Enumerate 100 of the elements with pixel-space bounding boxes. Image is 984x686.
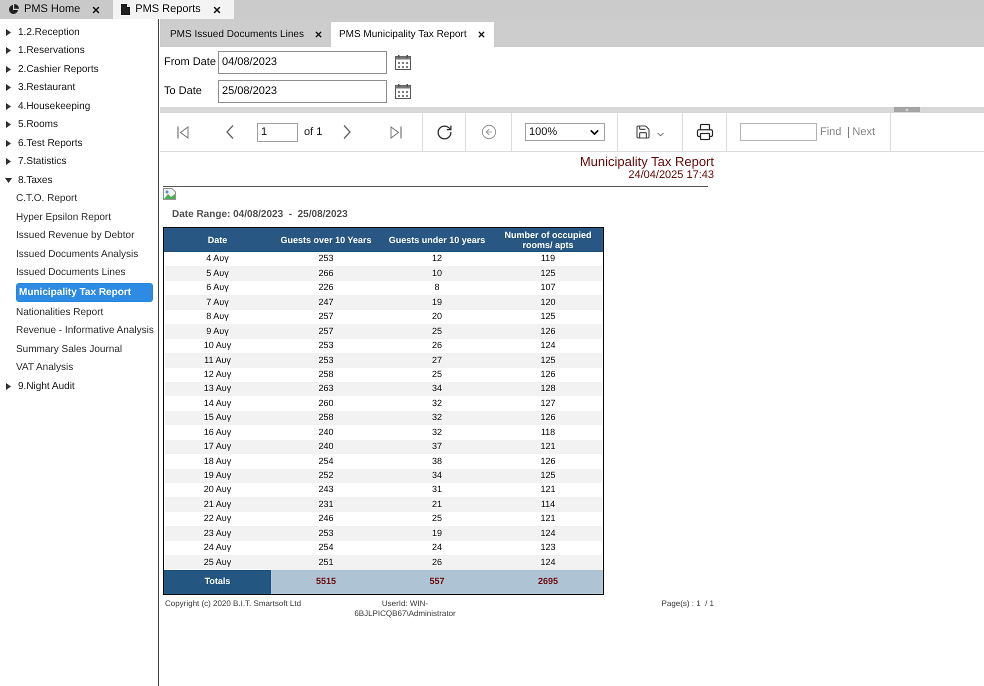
- first-page-icon[interactable]: [177, 126, 189, 138]
- refresh-icon[interactable]: [436, 124, 452, 140]
- last-page-icon[interactable]: [390, 126, 402, 138]
- table-cell-text: 32: [430, 396, 443, 410]
- find-field[interactable]: [740, 123, 817, 141]
- tree-item[interactable]: Nationalities Report: [16, 303, 158, 322]
- table-cell-text: 240: [317, 440, 335, 454]
- tree-item[interactable]: Municipality Tax Report: [16, 283, 153, 302]
- table-cell-text: 7 Αυγ: [205, 296, 230, 309]
- table-cell-text: 126: [539, 411, 557, 424]
- column-header: Date: [206, 234, 228, 247]
- table-cell-text: 12: [430, 252, 443, 266]
- table-cell-text: 22 Αυγ: [202, 512, 232, 526]
- table-cell-text: 226: [317, 281, 335, 294]
- table-cell-text: 18 Αυγ: [202, 454, 232, 468]
- table-cell-text: 127: [539, 396, 557, 410]
- caret-right-icon[interactable]: [6, 102, 11, 110]
- table-cell-text: 231: [317, 498, 335, 511]
- table-cell-text: 125: [539, 469, 557, 482]
- report-tab[interactable]: PMS Municipality Tax Report: [330, 22, 494, 47]
- table-cell-text: 266: [317, 266, 335, 280]
- tree-item[interactable]: Issued Documents Analysis: [16, 245, 158, 264]
- next-link[interactable]: Next: [852, 124, 876, 140]
- page-indicator: Page(s) : 1 / 1: [660, 598, 714, 609]
- close-icon[interactable]: [91, 4, 102, 14]
- calendar-icon[interactable]: [395, 84, 411, 99]
- table-cell-text: 37: [430, 440, 443, 454]
- table-cell-text: 125: [539, 266, 557, 280]
- caret-right-icon[interactable]: [6, 66, 11, 73]
- table-cell-text: 8 Αυγ: [205, 310, 230, 324]
- table-cell-text: 34: [430, 469, 443, 482]
- table-cell-text: 253: [317, 339, 335, 352]
- report-title: Municipality Tax Report: [580, 155, 714, 169]
- totals-label: Totals: [164, 570, 271, 594]
- table-cell-text: 126: [539, 368, 557, 381]
- table-cell-text: 32: [430, 426, 443, 439]
- caret-right-icon[interactable]: [6, 84, 11, 92]
- tree-item[interactable]: Issued Revenue by Debtor: [16, 226, 158, 245]
- table-cell-text: 9 Αυγ: [205, 324, 230, 338]
- table-cell-text: 247: [317, 296, 335, 309]
- tree-item[interactable]: 7.Statistics: [0, 152, 158, 171]
- page-number-field[interactable]: 1: [257, 122, 298, 142]
- date-field[interactable]: 25/08/2023: [218, 80, 387, 103]
- table-cell-text: 19: [430, 296, 443, 309]
- table-cell-text: 254: [317, 541, 335, 554]
- table-cell-text: 25: [430, 512, 443, 526]
- table-cell-text: 124: [539, 556, 557, 569]
- app-tab[interactable]: PMS Reports: [113, 0, 234, 19]
- table-cell-text: 24 Αυγ: [202, 541, 232, 554]
- back-icon[interactable]: [480, 124, 496, 140]
- save-icon[interactable]: [634, 124, 650, 140]
- table-cell-text: 15 Αυγ: [202, 411, 232, 424]
- table-cell-text: 19: [430, 526, 443, 540]
- table-cell-text: 27: [430, 354, 443, 367]
- close-icon[interactable]: [476, 30, 486, 39]
- table-cell-text: 10 Αυγ: [202, 339, 232, 352]
- caret-right-icon[interactable]: [6, 158, 11, 166]
- tree-item[interactable]: VAT Analysis: [16, 358, 158, 377]
- tree-item[interactable]: Revenue - Informative Analysis: [16, 322, 158, 340]
- table-cell-text: 10: [430, 266, 443, 280]
- table-cell-text: 13 Αυγ: [202, 382, 232, 396]
- tree-item[interactable]: 4.Housekeeping: [0, 97, 158, 116]
- tree-item[interactable]: 3.Restaurant: [0, 78, 158, 97]
- table-cell-text: 17 Αυγ: [202, 440, 232, 454]
- close-icon[interactable]: [314, 30, 323, 39]
- table-cell-text: 21: [430, 498, 443, 511]
- table-cell-text: 125: [539, 310, 557, 324]
- print-icon[interactable]: [696, 123, 714, 141]
- tree-item[interactable]: Hyper Epsilon Report: [16, 208, 158, 226]
- tree-item[interactable]: 2.Cashier Reports: [0, 60, 158, 78]
- calendar-icon[interactable]: [395, 55, 411, 70]
- table-cell-text: 107: [539, 281, 557, 294]
- find-link[interactable]: Find: [820, 124, 842, 140]
- caret-right-icon[interactable]: [6, 28, 11, 36]
- previous-page-icon[interactable]: [226, 125, 234, 139]
- caret-right-icon[interactable]: [6, 140, 11, 147]
- tree-item[interactable]: 1.Reservations: [0, 42, 158, 60]
- tree-item[interactable]: 9.Night Audit: [0, 377, 158, 396]
- caret-right-icon[interactable]: [6, 47, 11, 54]
- tree-item[interactable]: Summary Sales Journal: [16, 340, 158, 358]
- table-cell-text: 119: [540, 252, 556, 266]
- zoom-select[interactable]: 100%: [525, 123, 605, 141]
- close-icon[interactable]: [212, 4, 222, 14]
- table-cell-text: 126: [539, 324, 557, 338]
- caret-down-icon[interactable]: [5, 178, 12, 183]
- caret-right-icon[interactable]: [6, 382, 11, 390]
- column-header: Guests over 10 Years: [280, 234, 372, 247]
- column-header: Guests under 10 years: [388, 234, 486, 247]
- table-cell-text: 125: [539, 354, 557, 367]
- caret-right-icon[interactable]: [6, 121, 11, 128]
- table-cell-text: 257: [317, 310, 335, 324]
- tree-item[interactable]: C.T.O. Report: [16, 190, 158, 208]
- tree-item[interactable]: 6.Test Reports: [0, 134, 158, 152]
- splitter-handle[interactable]: [894, 107, 920, 112]
- date-field[interactable]: 04/08/2023: [218, 51, 387, 74]
- tree-item[interactable]: 8.Taxes: [0, 171, 158, 190]
- tree-item[interactable]: Issued Documents Lines: [16, 264, 158, 282]
- next-page-icon[interactable]: [343, 125, 352, 139]
- tree-item[interactable]: 5.Rooms: [0, 116, 158, 134]
- tree-item[interactable]: 1.2.Reception: [0, 23, 158, 42]
